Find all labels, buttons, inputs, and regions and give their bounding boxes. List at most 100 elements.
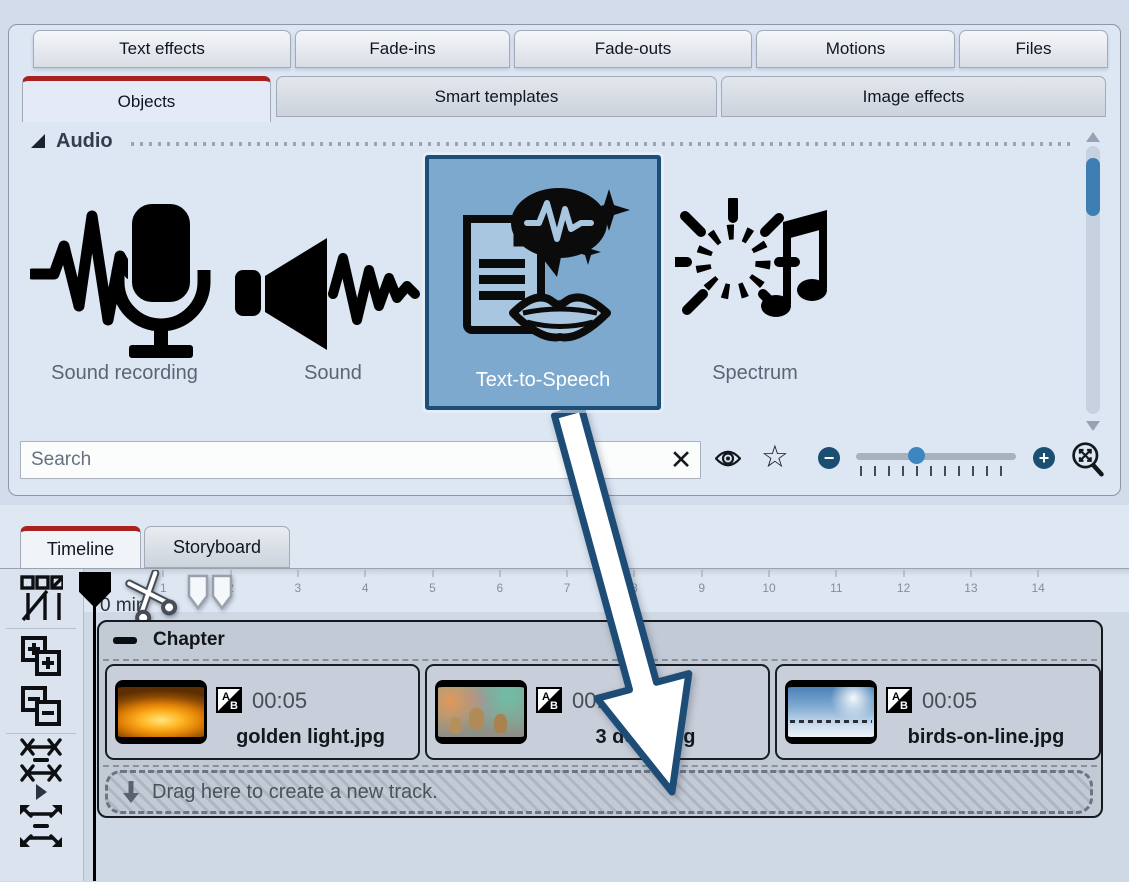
toolbar-separator	[6, 628, 76, 629]
zoom-in-plus-icon[interactable]: +	[1033, 447, 1055, 469]
object-item-label: Text-to-Speech	[429, 369, 657, 392]
transition-ab-icon[interactable]: A B	[536, 687, 562, 713]
ruler-tick	[297, 570, 298, 577]
zoom-reset-icon[interactable]	[1070, 441, 1106, 477]
track-display-icon[interactable]	[18, 576, 64, 620]
tab-smart-templates[interactable]: Smart templates	[276, 76, 717, 117]
flyout-arrow-icon[interactable]	[18, 784, 64, 800]
expand-tracks-icon[interactable]	[18, 804, 64, 848]
svg-text:A: A	[892, 691, 900, 703]
ruler-number: 10	[762, 581, 775, 595]
svg-text:A: A	[542, 691, 550, 703]
transition-ab-icon[interactable]: A B	[216, 687, 242, 713]
audio-section-header[interactable]: Audio	[30, 128, 1070, 154]
ruler-tick	[634, 570, 635, 577]
sound-recording-icon	[30, 196, 220, 361]
svg-text:B: B	[900, 700, 908, 712]
object-item-text-to-speech[interactable]: Text-to-Speech	[425, 155, 661, 410]
ruler-number: 8	[631, 581, 638, 595]
ruler-number: 3	[295, 581, 302, 595]
ruler-tick	[903, 570, 904, 577]
spectrum-icon	[675, 198, 840, 358]
ruler-tick	[769, 570, 770, 577]
clip-filename: birds-on-line.jpg	[877, 726, 1095, 749]
clip-thumbnail	[435, 680, 527, 744]
ruler-number: 7	[564, 581, 571, 595]
playhead-line	[93, 600, 96, 881]
tab-fade-ins[interactable]: Fade-ins	[295, 30, 510, 68]
ruler-number: 11	[830, 581, 842, 595]
svg-text:B: B	[550, 700, 558, 712]
ruler-tick	[365, 570, 366, 577]
slider-ticks	[860, 466, 1012, 476]
object-item-sound[interactable]: Sound	[263, 190, 403, 390]
ruler-number: 5	[429, 581, 436, 595]
collapse-all-icon[interactable]	[18, 684, 64, 728]
arrow-down-icon	[122, 780, 140, 804]
scrollbar-down-icon[interactable]	[1086, 421, 1100, 431]
clip-thumbnail	[785, 680, 877, 744]
scrollbar-up-icon[interactable]	[1086, 132, 1100, 142]
track-divider	[103, 765, 1097, 767]
text-to-speech-icon	[457, 177, 632, 362]
collapse-triangle-icon	[30, 133, 46, 149]
track-divider	[103, 659, 1097, 661]
audio-section-title: Audio	[56, 130, 113, 153]
clip-filename: 3 dogs.jpg	[527, 726, 764, 749]
drag-hint-text: Drag here to create a new track.	[152, 781, 438, 804]
object-item-spectrum[interactable]: Spectrum	[675, 190, 835, 390]
clip-duration: 00:05	[252, 688, 307, 714]
svg-text:A: A	[222, 691, 230, 703]
split-marker-icon[interactable]	[186, 574, 234, 614]
ruler-number: 4	[362, 581, 369, 595]
scrollbar-thumb[interactable]	[1086, 158, 1100, 216]
transition-ab-icon[interactable]: A B	[886, 687, 912, 713]
clear-search-icon[interactable]: ✕	[662, 443, 700, 477]
eye-icon[interactable]	[715, 449, 741, 468]
toolbar-separator	[6, 733, 76, 734]
ruler-tick	[432, 570, 433, 577]
timeline-clip-golden-light[interactable]: A B 00:05 golden light.jpg	[105, 664, 420, 760]
thumbnail-size-slider[interactable]	[856, 453, 1016, 460]
new-track-drop-zone[interactable]: Drag here to create a new track.	[105, 770, 1093, 814]
ruler-tick	[1038, 570, 1039, 577]
tab-motions[interactable]: Motions	[756, 30, 955, 68]
ruler-number: 6	[496, 581, 503, 595]
ruler-number: 9	[698, 581, 705, 595]
timeline-clip-birds-on-line[interactable]: A B 00:05 birds-on-line.jpg	[775, 664, 1101, 760]
tab-storyboard[interactable]: Storyboard	[144, 526, 290, 568]
tab-fade-outs[interactable]: Fade-outs	[514, 30, 752, 68]
slider-thumb[interactable]	[908, 447, 925, 464]
ruler-number: 13	[964, 581, 977, 595]
scissors-icon[interactable]	[124, 570, 180, 624]
timeline-clip-3-dogs[interactable]: A B 00:05 3 dogs.jpg	[425, 664, 770, 760]
timeline-ruler[interactable]: 1234567891011121314	[84, 569, 1129, 612]
shrink-tracks-icon[interactable]	[18, 738, 64, 782]
zoom-out-minus-icon[interactable]: −	[818, 447, 840, 469]
clip-thumbnail	[115, 680, 207, 744]
tab-timeline[interactable]: Timeline	[20, 526, 141, 568]
collapse-chapter-icon[interactable]	[113, 637, 137, 644]
ruler-number: 14	[1032, 581, 1045, 595]
clip-duration: 00:05	[572, 688, 627, 714]
chapter-track: Chapter A B 00:05 golden light.jpg A B 0…	[97, 620, 1103, 818]
object-item-sound-recording[interactable]: Sound recording	[22, 190, 227, 390]
clip-duration: 00:05	[922, 688, 977, 714]
sound-icon	[233, 232, 433, 357]
ruler-tick	[836, 570, 837, 577]
ruler-number: 12	[897, 581, 910, 595]
tab-objects[interactable]: Objects	[22, 76, 271, 122]
star-favorites-icon[interactable]: ☆	[761, 441, 789, 472]
ruler-tick	[499, 570, 500, 577]
expand-all-icon[interactable]	[18, 634, 64, 678]
tab-image-effects[interactable]: Image effects	[721, 76, 1106, 117]
chapter-title: Chapter	[153, 629, 225, 651]
section-dotted-rule	[131, 142, 1070, 146]
search-input[interactable]	[20, 441, 701, 479]
tab-files[interactable]: Files	[959, 30, 1108, 68]
ruler-tick	[567, 570, 568, 577]
ruler-tick	[970, 570, 971, 577]
clip-filename: golden light.jpg	[207, 726, 414, 749]
tab-text-effects[interactable]: Text effects	[33, 30, 291, 68]
chapter-header: Chapter	[99, 622, 1101, 658]
